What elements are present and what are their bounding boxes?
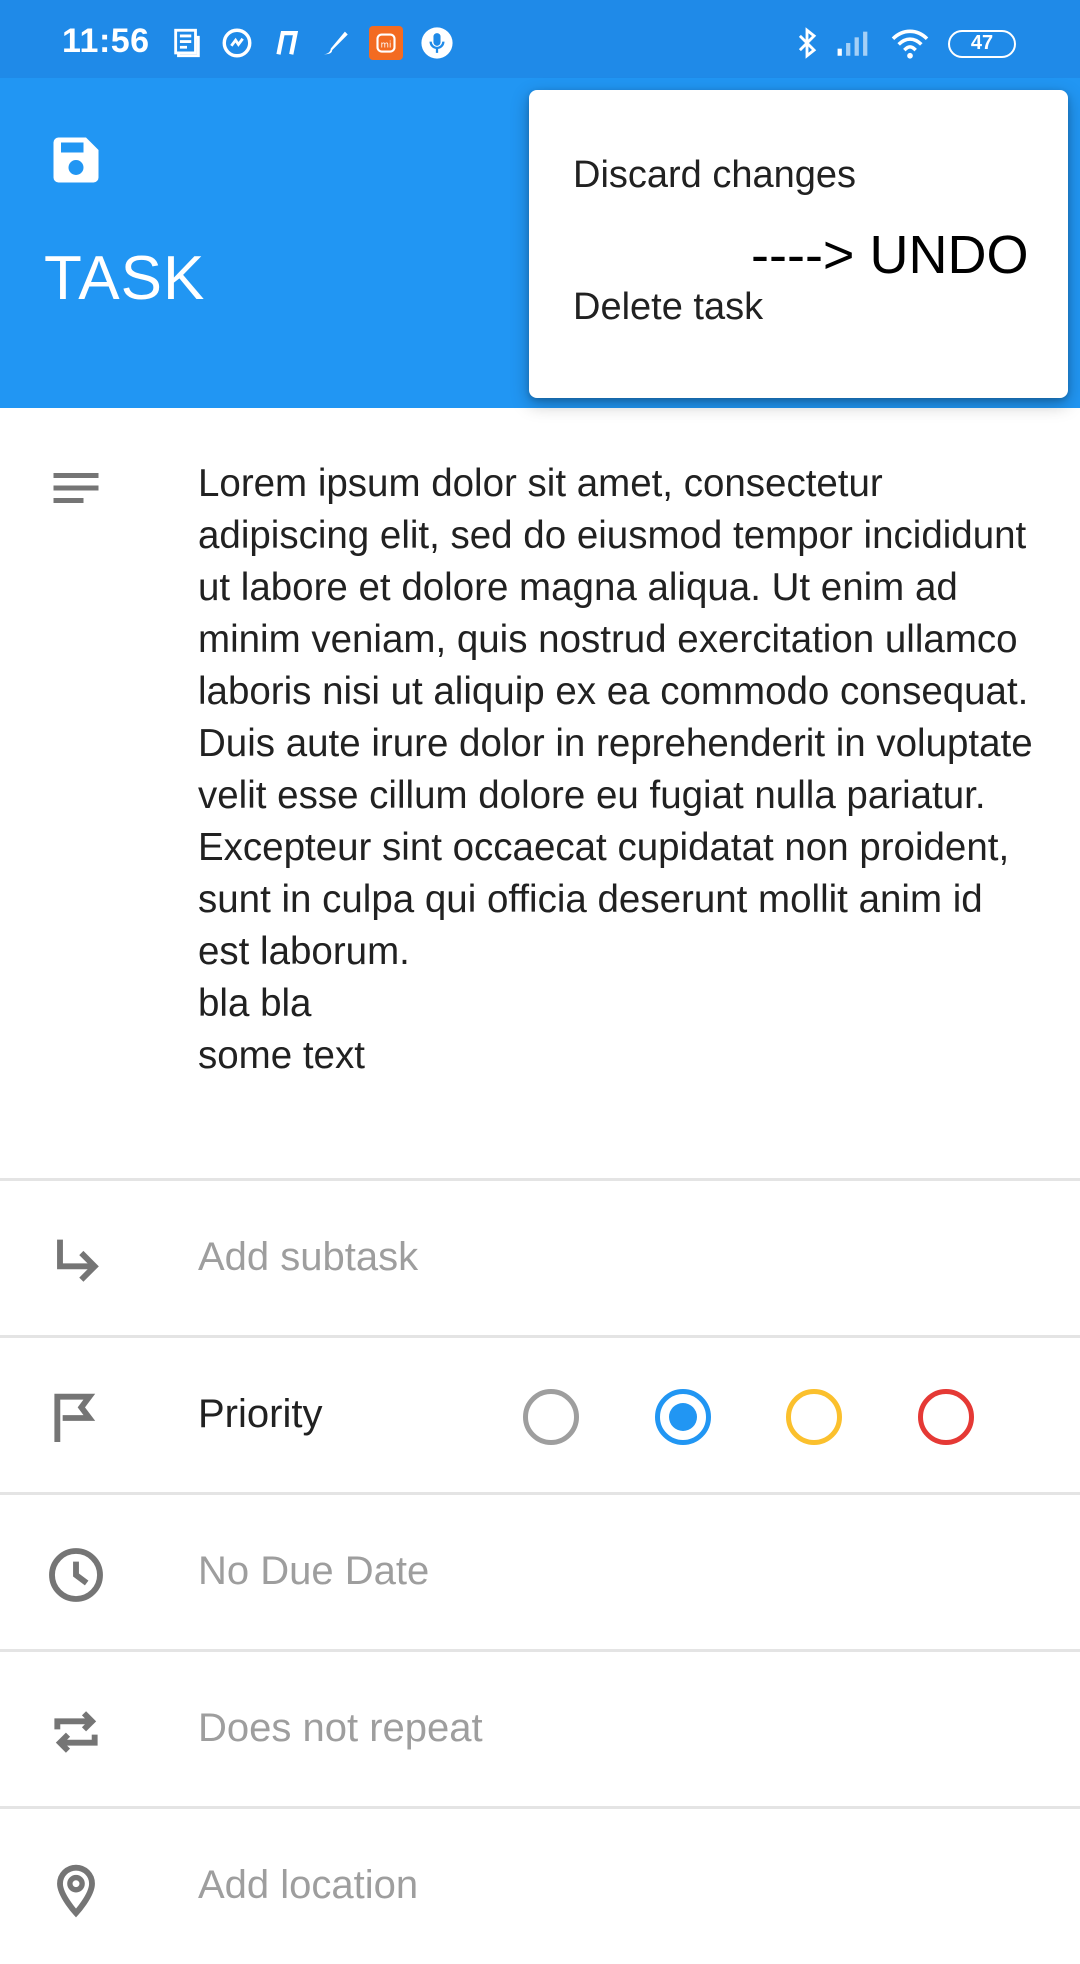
priority-radio-high[interactable]	[918, 1389, 974, 1445]
priority-row: Priority	[0, 1338, 1080, 1495]
menu-item-delete-task[interactable]: Delete task	[573, 286, 763, 329]
priority-radio-medium[interactable]	[786, 1389, 842, 1445]
signal-icon	[834, 26, 878, 60]
svg-text:mi: mi	[381, 40, 392, 50]
save-icon	[53, 137, 99, 183]
undo-annotation: ----> UNDO	[751, 225, 1029, 285]
subtask-row[interactable]: Add subtask	[0, 1181, 1080, 1338]
location-pin-icon	[44, 1857, 108, 1921]
wifi-icon	[888, 26, 932, 60]
location-row[interactable]: Add location	[0, 1809, 1080, 1964]
description-text[interactable]: Lorem ipsum dolor sit amet, consectetur …	[198, 458, 1043, 1082]
sync-icon	[220, 26, 254, 60]
subtask-arrow-icon	[44, 1229, 108, 1293]
menu-item-discard-changes[interactable]: Discard changes	[573, 154, 856, 197]
notification-icon	[270, 26, 304, 60]
clock-icon	[44, 1543, 108, 1607]
bluetooth-icon	[790, 26, 824, 60]
repeat-icon	[44, 1700, 108, 1764]
notes-icon	[53, 473, 99, 503]
news-icon	[170, 26, 204, 60]
priority-radio-none[interactable]	[523, 1389, 579, 1445]
status-time: 11:56	[62, 22, 150, 60]
add-location-input[interactable]: Add location	[198, 1863, 418, 1908]
microphone-icon	[420, 26, 454, 60]
repeat-label: Does not repeat	[198, 1706, 483, 1750]
due-date-label: No Due Date	[198, 1549, 430, 1593]
description-section: Lorem ipsum dolor sit amet, consectetur …	[0, 408, 1080, 1181]
save-button[interactable]	[38, 122, 114, 198]
repeat-row[interactable]: Does not repeat	[0, 1652, 1080, 1809]
battery-icon: 47	[948, 30, 1016, 58]
priority-label: Priority	[198, 1392, 323, 1436]
mi-app-icon: mi	[369, 26, 403, 60]
page-title: TASK	[44, 244, 206, 313]
brush-icon	[318, 26, 352, 60]
flag-icon	[44, 1386, 108, 1450]
due-date-row[interactable]: No Due Date	[0, 1495, 1080, 1652]
status-bar: 11:56 mi 47	[0, 0, 1080, 78]
overflow-menu: Discard changes ----> UNDO Delete task	[529, 90, 1068, 398]
priority-radio-low[interactable]	[655, 1389, 711, 1445]
add-subtask-input[interactable]: Add subtask	[198, 1235, 418, 1280]
